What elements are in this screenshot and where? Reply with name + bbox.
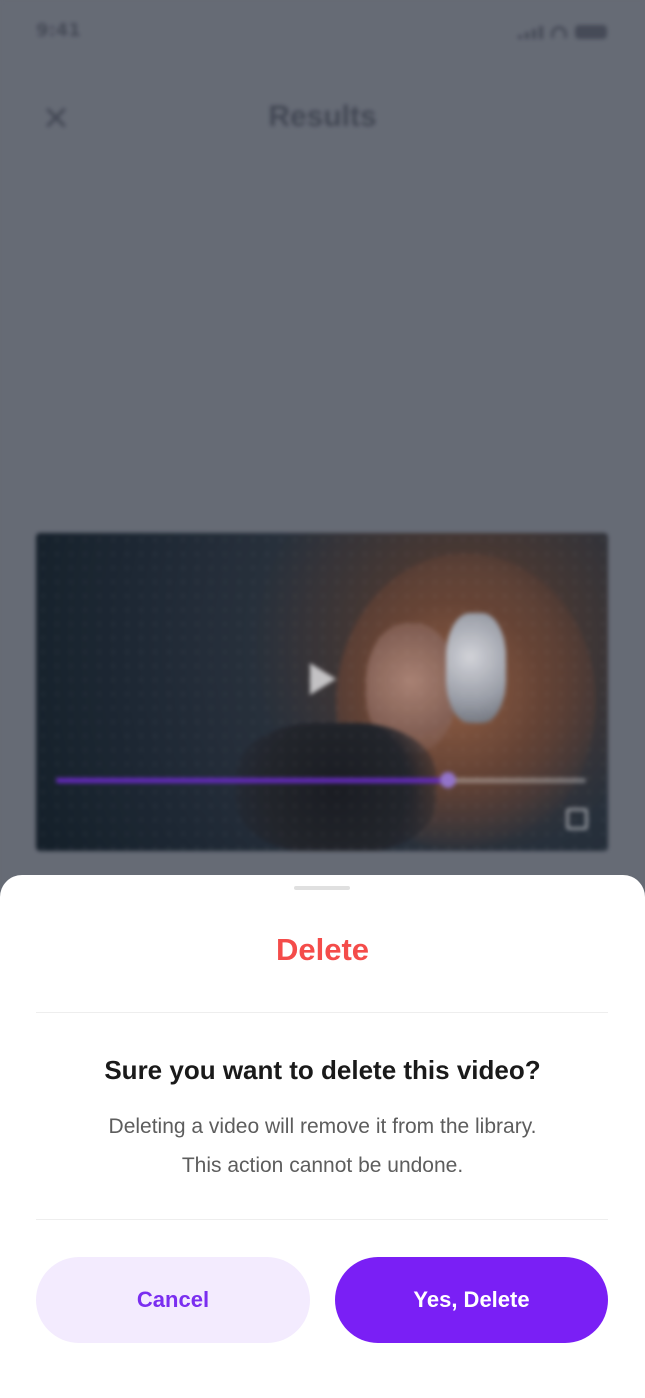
sheet-title: Delete (275, 932, 370, 967)
confirm-question: Sure you want to delete this video? (104, 1055, 541, 1085)
confirm-description-line1: Deleting a video will remove it from the… (108, 1115, 537, 1138)
divider (36, 1012, 608, 1013)
delete-bottom-sheet: Delete Sure you want to delete this vide… (0, 875, 645, 1398)
cancel-button[interactable]: Cancel (36, 1257, 310, 1343)
divider (36, 1219, 608, 1220)
confirm-delete-button[interactable]: Yes, Delete (335, 1257, 608, 1343)
sheet-drag-handle[interactable] (294, 886, 350, 890)
confirm-description-line2: This action cannot be undone. (181, 1154, 464, 1177)
